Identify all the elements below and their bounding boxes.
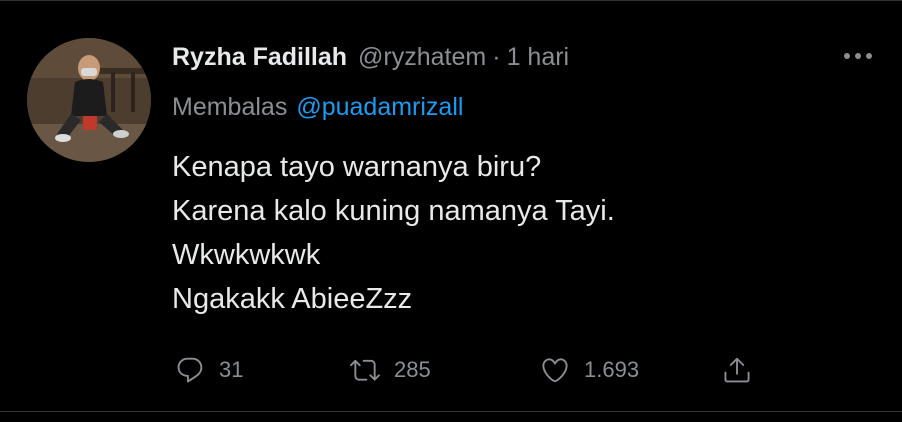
display-name[interactable]: Ryzha Fadillah	[172, 43, 347, 72]
user-handle[interactable]: @ryzhatem	[358, 43, 486, 72]
tweet-text-line: Kenapa tayo warnanya biru?	[172, 151, 542, 183]
avatar[interactable]	[27, 38, 151, 162]
retweet-count: 285	[394, 357, 431, 382]
tweet-timestamp[interactable]: 1 hari	[507, 43, 570, 72]
reply-button[interactable]: 31	[175, 352, 243, 388]
more-button[interactable]	[838, 44, 878, 68]
bottom-divider	[0, 411, 902, 412]
tweet-text-line: Wkwkwkwk	[172, 239, 321, 271]
like-count: 1.693	[584, 357, 640, 382]
tweet-text: Kenapa tayo warnanya biru? Karena kalo k…	[172, 145, 872, 321]
avatar-photo	[27, 38, 151, 162]
tweet-text-line: Ngakakk AbieeZzz	[172, 283, 413, 315]
replying-to-label: Membalas	[172, 92, 288, 121]
tweet-header: Ryzha Fadillah @ryzhatem · 1 hari	[172, 40, 569, 74]
tweet-action-bar: 31 285 1.693	[172, 352, 772, 388]
retweet-button[interactable]: 285	[350, 352, 431, 388]
replying-to: Membalas @puadamrizall	[172, 90, 463, 124]
heart-icon	[542, 358, 568, 383]
separator-dot: ·	[492, 42, 501, 71]
retweet-icon	[350, 359, 380, 381]
like-button[interactable]: 1.693	[540, 352, 639, 388]
reply-bubble-icon	[177, 357, 203, 383]
share-button[interactable]	[722, 352, 752, 388]
tweet-text-line: Karena kalo kuning namanya Tayi.	[172, 195, 615, 227]
share-upload-icon	[724, 357, 750, 383]
reply-count: 31	[219, 357, 244, 382]
more-horizontal-icon	[844, 53, 872, 59]
replying-to-handle-link[interactable]: @puadamrizall	[296, 93, 463, 122]
top-divider	[0, 0, 902, 1]
